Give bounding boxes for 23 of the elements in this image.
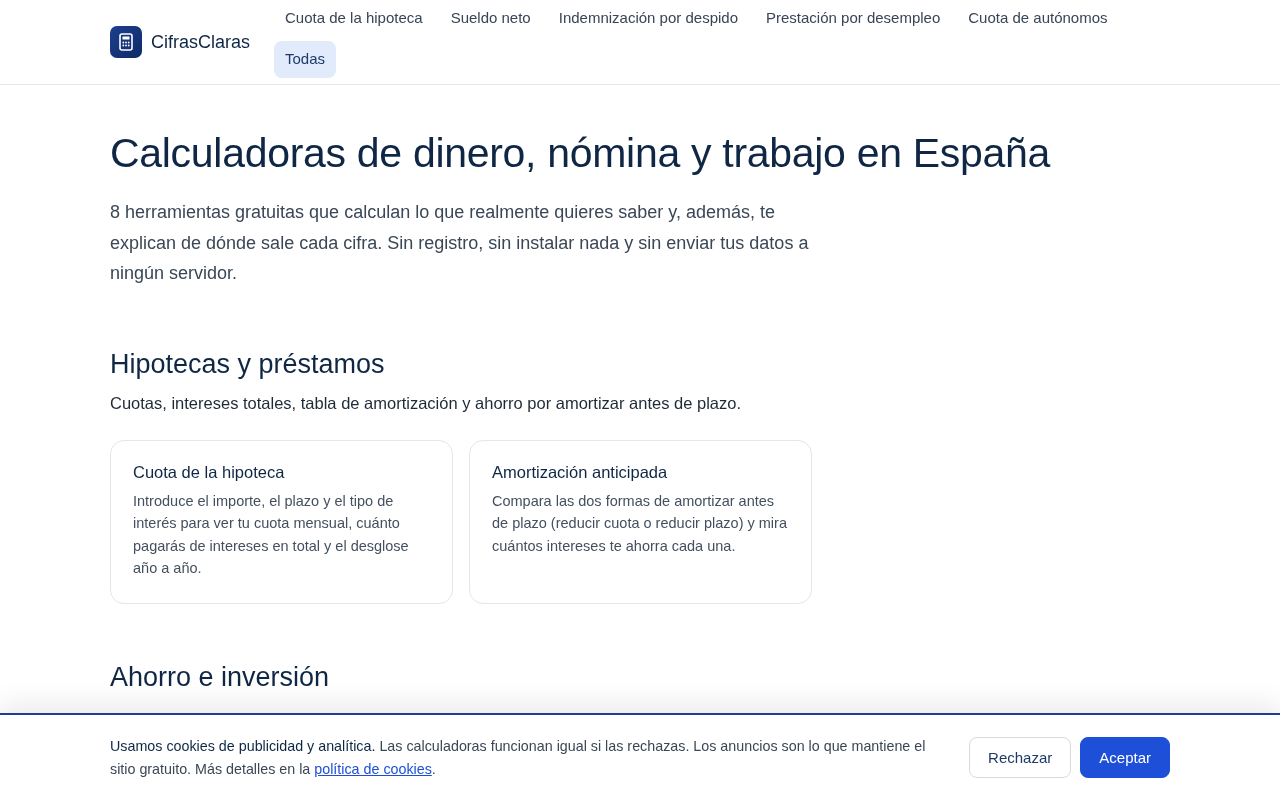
intro-text: 8 herramientas gratuitas que calculan lo que realmente quieres saber y, además, te explican de dónde sale cada cifra. Sin registro, sin instalar nada y sin enviar tus datos a ningún servidor. bbox=[110, 201, 810, 285]
section-heading: Ahorro e inversión bbox=[110, 661, 331, 693]
card-title[interactable]: Cuota de la hipoteca bbox=[133, 462, 430, 482]
cookie-message: Usamos cookies de publicidad y analítica. Las calculadoras funcionan igual si las rechazas. Los anuncios son lo que mantiene el sitio gratuito. Más detalles en la política de cookies. bbox=[110, 736, 927, 779]
page-title: Calculadoras de dinero, nómina y trabajo en España bbox=[110, 130, 1052, 177]
card-title[interactable]: Amortización anticipada bbox=[492, 462, 789, 482]
reject-button[interactable]: Rechazar bbox=[969, 737, 1072, 778]
accept-button[interactable]: Aceptar bbox=[1080, 737, 1170, 778]
section-heading: Hipotecas y préstamos bbox=[110, 348, 386, 380]
card-description: Compara las dos formas de amortizar antes de plazo (reducir cuota o reducir plazo) y mira cuántos intereses te ahorra cada una. bbox=[492, 491, 788, 556]
card-description: Introduce el importe, el plazo y el tipo de interés para ver tu cuota mensual, cuánto pagarás de intereses en total y el desglose año a año. bbox=[133, 491, 410, 578]
calculator-icon bbox=[110, 26, 142, 58]
nav-link[interactable]: Indemnización por despido bbox=[547, 0, 749, 37]
site-logo[interactable]: CifrasClaras bbox=[151, 31, 251, 53]
nav-link[interactable]: Cuota de la hipoteca bbox=[274, 0, 434, 37]
tool-card[interactable]: Cuota de la hipoteca Introduce el importe, el plazo y el tipo de interés para ver tu cuota mensual, cuánto pagarás de intereses en total y el desglose año a año. bbox=[110, 439, 453, 604]
cookie-policy-link[interactable]: política de cookies bbox=[314, 760, 432, 777]
section-description: Cuotas, intereses totales, tabla de amortización y ahorro por amortizar antes de plazo. bbox=[110, 393, 742, 413]
nav-link[interactable]: Todas bbox=[274, 41, 337, 78]
tool-card[interactable]: Amortización anticipada Compara las dos formas de amortizar antes de plazo (reducir cuota o reducir plazo) y mira cuántos intereses te ahorra cada una. bbox=[469, 439, 812, 604]
nav-link[interactable]: Cuota de autónomos bbox=[957, 0, 1119, 37]
nav-link[interactable]: Prestación por desempleo bbox=[755, 0, 952, 37]
nav-link[interactable]: Sueldo neto bbox=[439, 0, 542, 37]
